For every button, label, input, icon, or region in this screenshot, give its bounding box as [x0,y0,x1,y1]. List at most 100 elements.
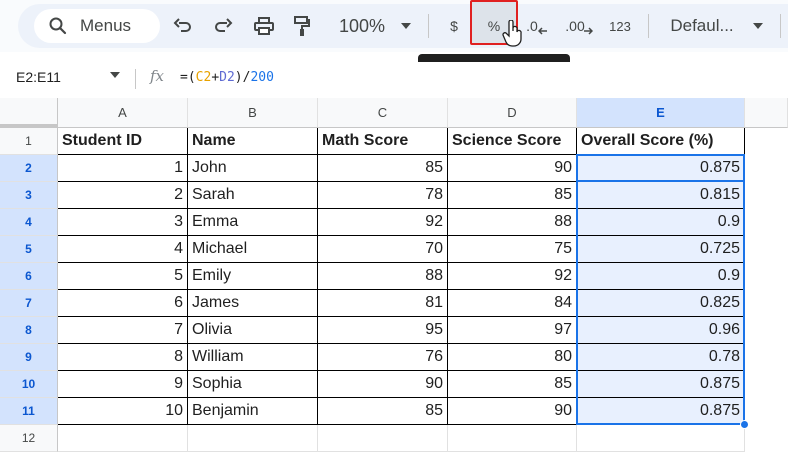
data-cell[interactable]: 88 [318,263,448,290]
data-cell[interactable]: Michael [188,236,318,263]
paint-format-icon [294,16,310,36]
paint-format-button[interactable] [290,11,314,41]
column-header-a[interactable]: A [58,98,188,128]
row-header-10[interactable]: 10 [0,371,58,398]
menus-search[interactable]: Menus [34,9,160,43]
header-cell[interactable]: Student ID [58,128,188,155]
font-dropdown[interactable] [750,11,766,41]
header-cell[interactable]: Science Score [448,128,577,155]
row-header-12[interactable]: 12 [0,425,58,452]
name-box[interactable]: E2:E11 [16,69,61,85]
row-header-5[interactable]: 5 [0,236,58,263]
data-cell[interactable]: 4 [58,236,188,263]
row-header-11[interactable]: 11 [0,398,58,425]
redo-button[interactable] [210,11,236,41]
fill-handle[interactable] [740,420,749,429]
data-cell[interactable]: 1 [58,155,188,182]
data-cell[interactable]: 0.825 [577,290,745,317]
header-cell[interactable]: Math Score [318,128,448,155]
select-all-corner[interactable] [0,98,58,128]
data-cell[interactable]: 0.9 [577,209,745,236]
data-cell[interactable]: 84 [448,290,577,317]
data-cell[interactable]: 88 [448,209,577,236]
data-cell[interactable]: 2 [58,182,188,209]
data-cell[interactable]: 95 [318,317,448,344]
data-cell[interactable]: 85 [318,398,448,425]
data-cell[interactable]: 92 [448,263,577,290]
data-cell[interactable]: 75 [448,236,577,263]
formula-input[interactable]: =(C2+D2)/200 [180,70,274,85]
row-header-8[interactable]: 8 [0,317,58,344]
row-header-6[interactable]: 6 [0,263,58,290]
data-cell[interactable]: Emma [188,209,318,236]
data-cell[interactable]: 80 [448,344,577,371]
font-selector[interactable]: Defaul... [664,11,740,41]
formula-ref-d2: D2 [219,70,235,85]
empty-cell[interactable] [448,425,577,452]
print-button[interactable] [250,11,278,41]
caret-down-icon [401,23,411,29]
row-header-9[interactable]: 9 [0,344,58,371]
data-cell[interactable]: 90 [448,155,577,182]
decrease-decimal-button[interactable]: .0 [524,11,550,41]
row-header-2[interactable]: 2 [0,155,58,182]
data-cell[interactable]: Sarah [188,182,318,209]
data-cell[interactable]: 0.875 [577,371,745,398]
data-cell[interactable]: 85 [448,182,577,209]
zoom-value[interactable]: 100% [336,11,388,41]
data-cell[interactable]: 92 [318,209,448,236]
row-header-4[interactable]: 4 [0,209,58,236]
data-cell[interactable]: 9 [58,371,188,398]
data-cell[interactable]: Olivia [188,317,318,344]
data-cell[interactable]: John [188,155,318,182]
caret-down-icon[interactable] [110,72,120,78]
empty-cell[interactable] [188,425,318,452]
data-cell[interactable]: 90 [448,398,577,425]
empty-cell[interactable] [58,425,188,452]
data-cell[interactable]: 85 [318,155,448,182]
data-cell[interactable]: 0.875 [577,398,745,425]
data-cell[interactable]: Benjamin [188,398,318,425]
data-cell[interactable]: 0.815 [577,182,745,209]
increase-decimal-button[interactable]: .00 [564,11,594,41]
data-cell[interactable]: William [188,344,318,371]
undo-button[interactable] [170,11,196,41]
data-cell[interactable]: 3 [58,209,188,236]
column-header-b[interactable]: B [188,98,318,128]
data-cell[interactable]: 8 [58,344,188,371]
row-header-1[interactable]: 1 [0,128,58,155]
data-cell[interactable]: James [188,290,318,317]
data-cell[interactable]: 97 [448,317,577,344]
header-cell[interactable]: Overall Score (%) [577,128,745,155]
data-cell[interactable]: 0.78 [577,344,745,371]
column-header-c[interactable]: C [318,98,448,128]
data-cell[interactable]: 85 [448,371,577,398]
data-cell[interactable]: 90 [318,371,448,398]
fx-icon: fx [150,67,165,85]
number-format-button[interactable]: 123 [604,11,636,41]
data-cell[interactable]: 70 [318,236,448,263]
zoom-dropdown[interactable] [398,11,414,41]
toolbar: Menus 100% $ % .0 .00 123 Defaul... [0,0,788,52]
data-cell[interactable]: 10 [58,398,188,425]
data-cell[interactable]: 78 [318,182,448,209]
data-cell[interactable]: 0.96 [577,317,745,344]
data-cell[interactable]: 7 [58,317,188,344]
data-cell[interactable]: 0.9 [577,263,745,290]
data-cell[interactable]: Sophia [188,371,318,398]
data-cell[interactable]: 6 [58,290,188,317]
data-cell[interactable]: 5 [58,263,188,290]
header-cell[interactable]: Name [188,128,318,155]
currency-format-button[interactable]: $ [444,11,464,41]
empty-cell[interactable] [577,425,745,452]
data-cell[interactable]: 76 [318,344,448,371]
row-header-7[interactable]: 7 [0,290,58,317]
row-header-3[interactable]: 3 [0,182,58,209]
data-cell[interactable]: 0.875 [577,155,745,182]
column-header-e[interactable]: E [577,98,745,128]
data-cell[interactable]: Emily [188,263,318,290]
column-header-d[interactable]: D [448,98,577,128]
data-cell[interactable]: 0.725 [577,236,745,263]
empty-cell[interactable] [318,425,448,452]
data-cell[interactable]: 81 [318,290,448,317]
